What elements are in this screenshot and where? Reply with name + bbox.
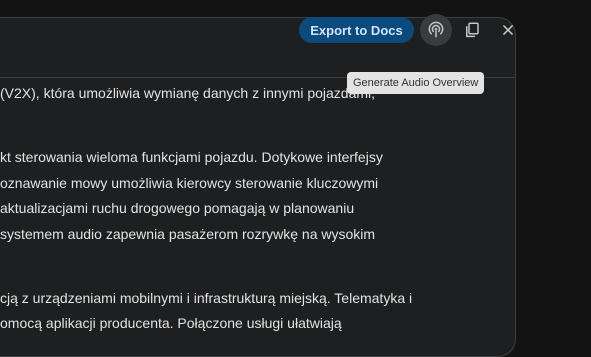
copy-icon [466, 22, 479, 38]
content-line: oznawanie mowy umożliwia kierowcy sterow… [0, 175, 379, 191]
close-icon [503, 25, 513, 35]
content-line: kt sterowania wieloma funkcjami pojazdu.… [0, 149, 383, 165]
content-line: (V2X), która umożliwia wymianę danych z … [0, 85, 376, 101]
copy-button[interactable] [458, 16, 486, 44]
content-line: cją z urządzeniami mobilnymi i infrastru… [0, 290, 413, 306]
content-line: systemem audio zapewnia pasażerom rozryw… [0, 226, 376, 242]
export-to-docs-button[interactable]: Export to Docs [299, 17, 414, 43]
content-line: omocą aplikacji producenta. Połączone us… [0, 315, 342, 331]
generate-audio-overview-button[interactable] [420, 14, 452, 46]
podcast-icon [428, 21, 444, 38]
content-line: aktualizacjami ruchu drogowego pomagają … [0, 200, 355, 216]
report-content: (V2X), która umożliwia wymianę danych z … [0, 84, 516, 344]
close-button[interactable] [494, 16, 522, 44]
tooltip: Generate Audio Overview [347, 72, 485, 94]
